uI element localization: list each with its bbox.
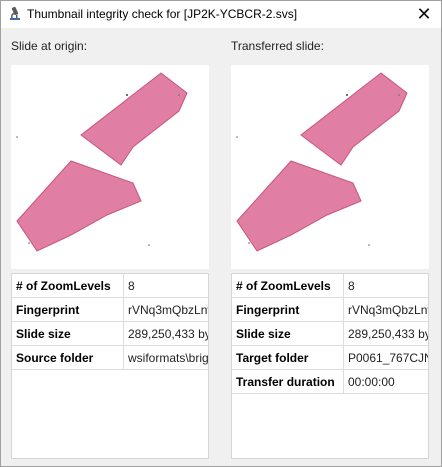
property-value: rVNq3mQbzLnv	[123, 297, 208, 322]
dialog-window: Thumbnail integrity check for [JP2K-YCBC…	[0, 0, 442, 467]
title-bar[interactable]: Thumbnail integrity check for [JP2K-YCBC…	[1, 1, 441, 28]
property-name: # of ZoomLevels	[12, 274, 124, 298]
property-value: 289,250,433 byt	[123, 321, 208, 346]
property-name: Target folder	[232, 345, 344, 370]
origin-slide-thumbnail	[11, 65, 209, 269]
property-name: Fingerprint	[12, 297, 124, 322]
property-value: 289,250,433 byt	[343, 321, 428, 346]
close-icon: ✕	[416, 4, 432, 24]
property-value: wsiformats\brig	[123, 345, 208, 370]
property-name: Source folder	[12, 345, 124, 370]
transferred-slide-thumbnail	[231, 65, 429, 269]
origin-slide-label: Slide at origin:	[11, 39, 88, 53]
origin-properties-grid[interactable]: # of ZoomLevels 8 Fingerprint rVNq3mQbzLnv S…	[11, 273, 209, 459]
property-value: P0061_767CJN\	[343, 345, 428, 370]
transferred-slide-label: Transferred slide:	[231, 39, 324, 53]
transferred-properties-grid[interactable]: # of ZoomLevels 8 Fingerprint rVNq3mQbzLnv S…	[231, 273, 429, 459]
property-value: 00:00:00	[343, 369, 428, 394]
property-row[interactable]: Target folder P0061_767CJN\	[232, 345, 428, 370]
property-value: 8	[123, 274, 208, 298]
property-value: 8	[343, 274, 428, 298]
property-name: Transfer duration	[232, 369, 344, 394]
close-button[interactable]: ✕	[407, 1, 441, 28]
property-row[interactable]: Fingerprint rVNq3mQbzLnv	[232, 297, 428, 322]
property-row[interactable]: # of ZoomLevels 8	[232, 274, 428, 298]
property-name: Fingerprint	[232, 297, 344, 322]
window-title: Thumbnail integrity check for [JP2K-YCBC…	[27, 7, 298, 21]
property-row[interactable]: Slide size 289,250,433 byt	[12, 321, 208, 346]
property-row[interactable]: Source folder wsiformats\brig	[12, 345, 208, 370]
property-name: Slide size	[12, 321, 124, 346]
property-row[interactable]: Transfer duration 00:00:00	[232, 369, 428, 394]
property-name: Slide size	[232, 321, 344, 346]
property-row[interactable]: # of ZoomLevels 8	[12, 274, 208, 298]
microscope-icon	[7, 6, 23, 22]
property-name: # of ZoomLevels	[232, 274, 344, 298]
property-row[interactable]: Slide size 289,250,433 byt	[232, 321, 428, 346]
property-value: rVNq3mQbzLnv	[343, 297, 428, 322]
property-row[interactable]: Fingerprint rVNq3mQbzLnv	[12, 297, 208, 322]
